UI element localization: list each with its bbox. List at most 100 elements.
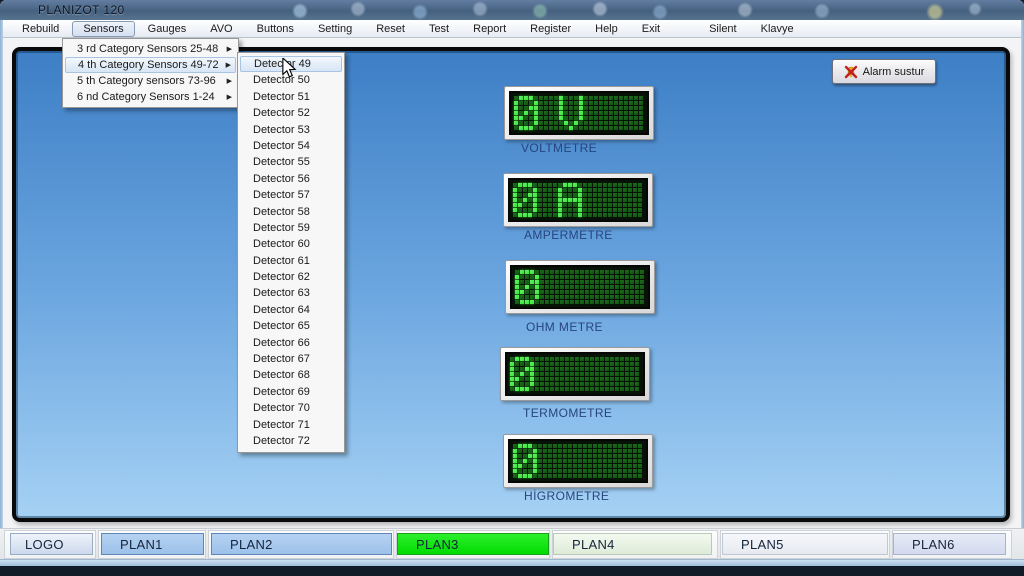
- submenu-item-detector-65[interactable]: Detector 65: [240, 318, 342, 334]
- led-dot-lit: [533, 203, 537, 207]
- menu-item-klavye[interactable]: Klavye: [750, 21, 805, 37]
- led-dot: [548, 203, 552, 207]
- led-dot: [618, 464, 622, 468]
- sensors-menu-item[interactable]: 4 th Category Sensors 49-72▶: [65, 57, 236, 73]
- led-dot: [640, 285, 644, 289]
- led-dot: [545, 362, 549, 366]
- led-dot: [573, 449, 577, 453]
- led-dot: [555, 275, 559, 279]
- button-plan4[interactable]: PLAN4: [553, 533, 712, 555]
- menu-item-rebuild[interactable]: Rebuild: [11, 21, 70, 37]
- led-dot: [633, 208, 637, 212]
- led-dot: [585, 357, 589, 361]
- button-logo[interactable]: LOGO: [10, 533, 93, 555]
- window-frame-bottom: [0, 559, 1024, 566]
- led-dot: [573, 464, 577, 468]
- title-bar[interactable]: PLANIZOT 120: [0, 0, 1024, 21]
- led-dot: [598, 454, 602, 458]
- led-dot: [620, 285, 624, 289]
- led-dot: [588, 208, 592, 212]
- menu-item-avo[interactable]: AVO: [199, 21, 243, 37]
- menu-item-setting[interactable]: Setting: [307, 21, 363, 37]
- submenu-item-detector-55[interactable]: Detector 55: [240, 154, 342, 170]
- led-dot: [585, 387, 589, 391]
- submenu-item-detector-67[interactable]: Detector 67: [240, 351, 342, 367]
- led-dot-lit: [523, 474, 527, 478]
- menu-item-help[interactable]: Help: [584, 21, 629, 37]
- submenu-item-detector-59[interactable]: Detector 59: [240, 220, 342, 236]
- led-dot: [573, 208, 577, 212]
- led-dot: [548, 459, 552, 463]
- alarm-mute-button[interactable]: Alarm sustur: [832, 59, 936, 84]
- led-dot: [570, 362, 574, 366]
- menu-item-reset[interactable]: Reset: [365, 21, 416, 37]
- led-dot: [510, 357, 514, 361]
- submenu-item-detector-62[interactable]: Detector 62: [240, 269, 342, 285]
- led-dot: [630, 270, 634, 274]
- led-dot: [553, 454, 557, 458]
- submenu-item-detector-52[interactable]: Detector 52: [240, 105, 342, 121]
- led-dot-lit: [530, 362, 534, 366]
- sensors-menu-item[interactable]: 5 th Category sensors 73-96▶: [65, 73, 236, 89]
- led-dot: [629, 106, 633, 110]
- led-dot-lit: [528, 183, 532, 187]
- led-dot: [633, 444, 637, 448]
- submenu-item-detector-72[interactable]: Detector 72: [240, 433, 342, 449]
- submenu-item-detector-56[interactable]: Detector 56: [240, 171, 342, 187]
- submenu-item-detector-70[interactable]: Detector 70: [240, 400, 342, 416]
- led-dot: [549, 106, 553, 110]
- submenu-item-detector-71[interactable]: Detector 71: [240, 417, 342, 433]
- led-dot: [628, 213, 632, 217]
- submenu-item-detector-61[interactable]: Detector 61: [240, 253, 342, 269]
- submenu-item-detector-68[interactable]: Detector 68: [240, 367, 342, 383]
- led-dot: [553, 459, 557, 463]
- menu-item-silent[interactable]: Silent: [698, 21, 748, 37]
- submenu-item-detector-63[interactable]: Detector 63: [240, 285, 342, 301]
- submenu-item-detector-53[interactable]: Detector 53: [240, 122, 342, 138]
- led-dot: [610, 362, 614, 366]
- led-dot-lit: [513, 459, 517, 463]
- button-plan6[interactable]: PLAN6: [893, 533, 1006, 555]
- led-dot-lit: [518, 474, 522, 478]
- button-plan2[interactable]: PLAN2: [211, 533, 392, 555]
- led-dot: [638, 188, 642, 192]
- led-dot: [569, 96, 573, 100]
- submenu-item-detector-69[interactable]: Detector 69: [240, 384, 342, 400]
- led-dot: [614, 121, 618, 125]
- sensors-menu-item[interactable]: 6 nd Category Sensors 1-24▶: [65, 89, 236, 105]
- menu-item-sensors[interactable]: Sensors: [72, 21, 134, 37]
- button-plan1[interactable]: PLAN1: [101, 533, 204, 555]
- submenu-item-detector-60[interactable]: Detector 60: [240, 236, 342, 252]
- led-dot-lit: [523, 198, 527, 202]
- led-dot: [618, 469, 622, 473]
- led-dot: [580, 270, 584, 274]
- led-dot-lit: [533, 193, 537, 197]
- led-dot: [595, 295, 599, 299]
- submenu-item-detector-54[interactable]: Detector 54: [240, 138, 342, 154]
- submenu-item-detector-58[interactable]: Detector 58: [240, 204, 342, 220]
- submenu-item-detector-64[interactable]: Detector 64: [240, 302, 342, 318]
- menu-item-register[interactable]: Register: [519, 21, 582, 37]
- button-plan5[interactable]: PLAN5: [722, 533, 888, 555]
- menu-item-gauges[interactable]: Gauges: [137, 21, 198, 37]
- led-dot: [623, 454, 627, 458]
- submenu-item-detector-51[interactable]: Detector 51: [240, 89, 342, 105]
- led-dot: [638, 474, 642, 478]
- led-dot-lit: [514, 111, 518, 115]
- led-dot: [523, 208, 527, 212]
- sensors-menu-item[interactable]: 3 rd Category Sensors 25-48▶: [65, 41, 236, 57]
- led-dot: [523, 188, 527, 192]
- menu-item-test[interactable]: Test: [418, 21, 460, 37]
- led-dot-lit: [530, 300, 534, 304]
- led-dot-lit: [578, 193, 582, 197]
- led-dot: [613, 444, 617, 448]
- led-dot-lit: [529, 96, 533, 100]
- button-plan3[interactable]: PLAN3: [397, 533, 549, 555]
- led-dot: [549, 96, 553, 100]
- led-dot: [583, 454, 587, 458]
- menu-item-buttons[interactable]: Buttons: [246, 21, 305, 37]
- menu-item-exit[interactable]: Exit: [631, 21, 671, 37]
- menu-item-report[interactable]: Report: [462, 21, 517, 37]
- submenu-item-detector-57[interactable]: Detector 57: [240, 187, 342, 203]
- submenu-item-detector-66[interactable]: Detector 66: [240, 335, 342, 351]
